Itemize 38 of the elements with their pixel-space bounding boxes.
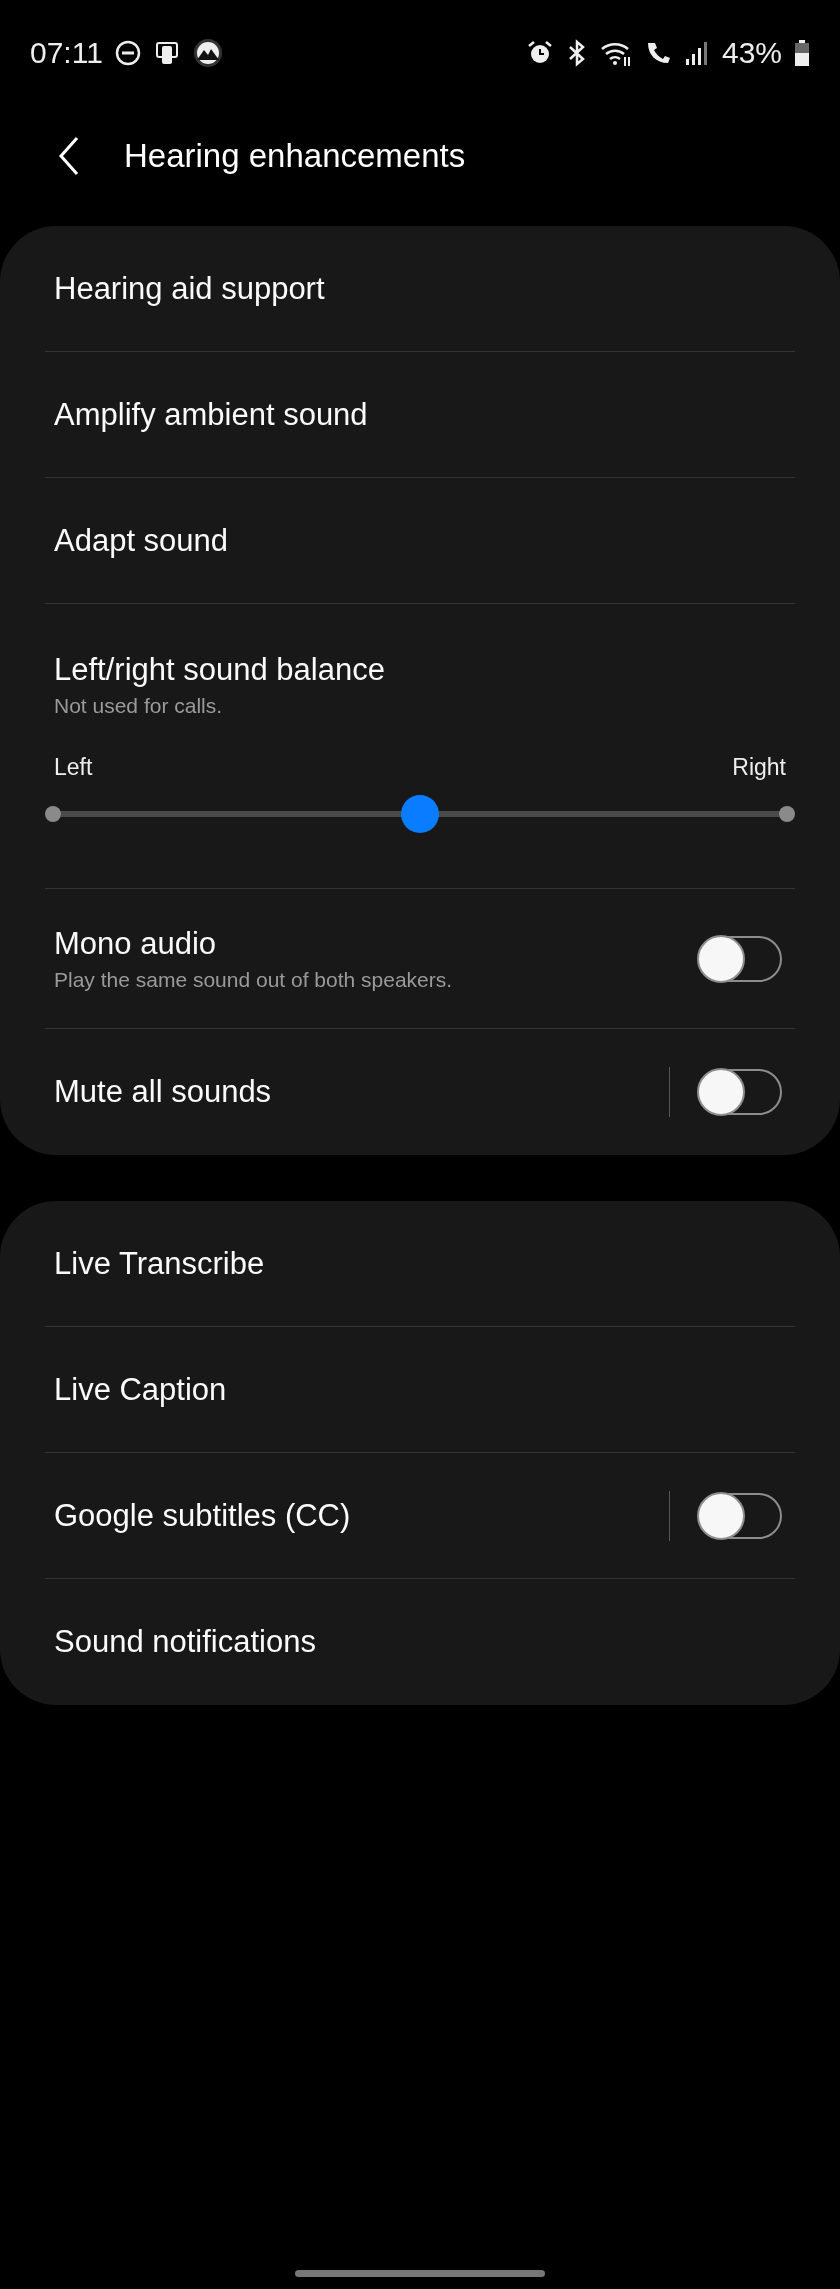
battery-percentage: 43% [721, 36, 782, 70]
item-title: Live Caption [54, 1371, 228, 1408]
slider-end-dot [779, 805, 795, 822]
item-title: Google subtitles (CC) [54, 1497, 352, 1534]
page-title: Hearing enhancements [124, 137, 466, 175]
toggle-switch[interactable] [698, 1069, 782, 1115]
item-title: Amplify ambient sound [54, 396, 369, 433]
settings-item[interactable]: Google subtitles (CC) [45, 1453, 795, 1579]
settings-item[interactable]: Live Caption [45, 1327, 795, 1453]
slider-end-dot [45, 805, 61, 822]
slider-label: Right [732, 753, 786, 781]
settings-item[interactable]: Adapt sound [45, 478, 795, 604]
item-subtitle: Play the same sound out of both speakers. [54, 967, 454, 992]
toggle-switch[interactable] [698, 1492, 782, 1539]
battery-icon [794, 39, 810, 67]
slider-thumb[interactable] [401, 794, 439, 833]
settings-item[interactable]: Mute all sounds [45, 1029, 795, 1155]
slider-label: Left [54, 753, 93, 781]
settings-item[interactable]: Sound notifications [45, 1579, 795, 1705]
settings-item[interactable]: Mono audio Play the same sound out of both speakers. [45, 889, 795, 1029]
toggle-switch[interactable] [698, 935, 782, 982]
item-title: Adapt sound [54, 522, 230, 559]
settings-item[interactable]: Hearing aid support [45, 226, 795, 352]
status-time: 07:11 [30, 36, 103, 70]
item-title: Mute all sounds [54, 1074, 273, 1110]
item-title: Sound notifications [54, 1624, 317, 1660]
item-title: Left/right sound balance [54, 651, 386, 688]
settings-item[interactable]: Amplify ambient sound [45, 352, 795, 478]
item-subtitle: Not used for calls. [54, 693, 224, 718]
item-title: Hearing aid support [54, 270, 326, 307]
settings-item[interactable]: Live Transcribe [45, 1201, 795, 1327]
item-title: Mono audio [54, 925, 217, 962]
mountain-icon [192, 38, 223, 68]
signal-icon [683, 39, 710, 67]
balance-slider[interactable] [45, 794, 795, 833]
item-title: Live Transcribe [54, 1245, 266, 1282]
do-not-disturb-icon [114, 40, 141, 66]
back-icon [58, 136, 80, 176]
